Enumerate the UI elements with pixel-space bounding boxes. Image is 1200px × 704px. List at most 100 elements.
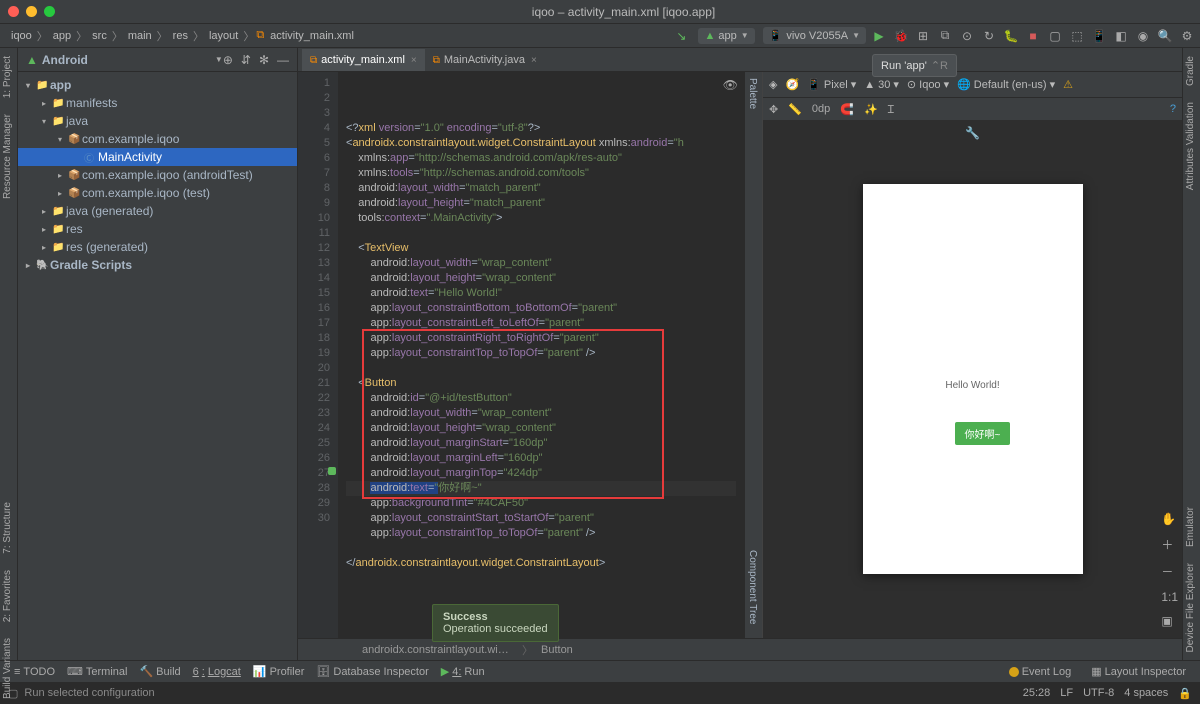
zoom-in-icon[interactable]: ＋ <box>1161 536 1178 553</box>
attach-debugger-button[interactable]: ⊙ <box>958 27 976 45</box>
inspection-eye-icon[interactable]: 👁 <box>723 78 738 93</box>
resource-button[interactable]: ◧ <box>1112 27 1130 45</box>
tree-node[interactable]: ▸📦com.example.iqoo (test) <box>18 184 297 202</box>
tree-node[interactable]: ⒸMainActivity <box>18 148 297 166</box>
run-button[interactable]: ▶ <box>870 27 888 45</box>
minimize-window[interactable] <box>26 6 37 17</box>
theme-picker[interactable]: ⊙ Iqoo ▾ <box>907 78 949 91</box>
preview-button[interactable]: 你好啊~ <box>955 422 1011 445</box>
trail-root[interactable]: androidx.constraintlayout.widget.Constra… <box>358 644 518 656</box>
build-tab[interactable]: 🔨 Build <box>133 665 186 678</box>
emulator-tab[interactable]: Emulator <box>1183 499 1200 555</box>
emulator-button[interactable]: 📱 <box>1090 27 1108 45</box>
wand-icon[interactable]: ✨ <box>864 103 878 116</box>
close-window[interactable] <box>8 6 19 17</box>
tree-node[interactable]: ▸📁java (generated) <box>18 202 297 220</box>
caret-position[interactable]: 25:28 <box>1023 687 1051 700</box>
tree-node[interactable]: ▾📁java <box>18 112 297 130</box>
tree-node[interactable]: ▾📦com.example.iqoo <box>18 130 297 148</box>
sync-icon[interactable]: ↘ <box>672 27 690 45</box>
tree-node[interactable]: ▸📦com.example.iqoo (androidTest) <box>18 166 297 184</box>
debug-button[interactable]: 🐞 <box>892 27 910 45</box>
layout-inspector[interactable]: ▦ Layout Inspector <box>1085 665 1192 678</box>
bc-src[interactable]: src <box>89 30 110 42</box>
api-picker[interactable]: ▲ 30 ▾ <box>864 78 899 91</box>
device-preview-canvas[interactable]: Hello World! 你好啊~ <box>863 184 1083 574</box>
settings-icon[interactable]: ⚙ <box>1178 27 1196 45</box>
device-explorer-tab[interactable]: Device File Explorer <box>1183 555 1200 660</box>
search-icon[interactable]: 🔍 <box>1156 27 1174 45</box>
bc-project[interactable]: iqoo <box>8 30 35 42</box>
ruler-icon[interactable]: 📏 <box>788 103 802 116</box>
project-tool-tab[interactable]: 1: Project <box>0 48 15 106</box>
orientation-icon[interactable]: 🧭 <box>785 78 799 91</box>
indent[interactable]: 4 spaces <box>1124 687 1168 700</box>
build-variants-tab[interactable]: Build Variants <box>0 630 15 704</box>
resource-manager-tab[interactable]: Resource Manager <box>0 106 15 207</box>
gear-icon[interactable]: ✻ <box>259 53 269 67</box>
fit-icon[interactable]: 1:1 <box>1161 590 1178 604</box>
tree-node[interactable]: ▸📁res <box>18 220 297 238</box>
expand-icon[interactable]: ⇵ <box>241 53 251 67</box>
preview-textview[interactable]: Hello World! <box>945 380 999 391</box>
project-view-selector[interactable]: Android <box>42 53 211 67</box>
hand-icon[interactable]: ✋ <box>1161 512 1178 526</box>
zoom-out-icon[interactable]: － <box>1161 563 1178 580</box>
surface-icon[interactable]: ◈ <box>769 78 777 91</box>
locate-icon[interactable]: ⊕ <box>223 53 233 67</box>
attributes-tab[interactable]: Attributes Validation <box>1183 94 1200 198</box>
avd-button[interactable]: ▢ <box>1046 27 1064 45</box>
tree-node[interactable]: ▸📁manifests <box>18 94 297 112</box>
favorites-tab[interactable]: 2: Favorites <box>0 562 15 630</box>
trail-button[interactable]: Button <box>537 644 577 656</box>
sdk-button[interactable]: ⬚ <box>1068 27 1086 45</box>
db-inspector-tab[interactable]: 🗄 Database Inspector <box>310 665 434 678</box>
run-tab[interactable]: ▶ 4: Run <box>435 665 491 678</box>
bc-res[interactable]: res <box>170 30 191 42</box>
bc-file[interactable]: activity_main.xml <box>267 30 357 42</box>
close-tab-icon[interactable]: × <box>531 55 537 66</box>
coverage-button[interactable]: ⊞ <box>914 27 932 45</box>
gradle-tab[interactable]: Gradle <box>1183 48 1200 94</box>
event-log[interactable]: Event Log <box>1003 666 1078 678</box>
run-config-selector[interactable]: ▲ app ▼ <box>698 28 754 44</box>
close-tab-icon[interactable]: × <box>411 55 417 66</box>
todo-tab[interactable]: ≡ TODO <box>8 666 61 678</box>
lock-icon[interactable]: 🔒 <box>1178 687 1192 700</box>
layers-icon[interactable]: ▣ <box>1161 614 1178 628</box>
profiler-tab[interactable]: 📊 Profiler <box>247 665 311 678</box>
device-picker[interactable]: 📱 Pixel ▾ <box>807 78 856 91</box>
code-body[interactable]: 👁 <?xml version="1.0" encoding="utf-8"?>… <box>338 72 744 638</box>
code-editor[interactable]: 1234567891011121314151617181920212223242… <box>298 72 744 638</box>
terminal-tab[interactable]: ⌨ Terminal <box>61 665 133 678</box>
tree-node[interactable]: ▸📁res (generated) <box>18 238 297 256</box>
profiler-button[interactable]: ⧉ <box>936 27 954 45</box>
magnet-icon[interactable]: 🧲 <box>840 103 854 116</box>
structure-tab[interactable]: 7: Structure <box>0 494 15 562</box>
warning-icon[interactable]: ⚠ <box>1063 78 1073 91</box>
locale-picker[interactable]: 🌐 Default (en-us) ▾ <box>957 78 1055 91</box>
bc-main[interactable]: main <box>125 30 155 42</box>
android-debug-icon[interactable]: 🐛 <box>1002 27 1020 45</box>
line-ending[interactable]: LF <box>1060 687 1073 700</box>
app-inspection-button[interactable]: ◉ <box>1134 27 1152 45</box>
pan-icon[interactable]: ✥ <box>769 103 778 116</box>
project-tree[interactable]: ▾📁app▸📁manifests▾📁java▾📦com.example.iqoo… <box>18 72 297 660</box>
component-tree-tab[interactable]: Component Tree <box>745 544 760 631</box>
stop-button[interactable]: ■ <box>1024 27 1042 45</box>
zoom-window[interactable] <box>44 6 55 17</box>
cursor-icon[interactable]: Ɪ <box>888 102 894 117</box>
palette-tab[interactable]: Palette <box>745 72 760 115</box>
logcat-tab[interactable]: 6: Logcat <box>187 666 247 678</box>
editor-tab[interactable]: ⧉MainActivity.java× <box>425 49 545 71</box>
tree-node[interactable]: ▸🐘Gradle Scripts <box>18 256 297 274</box>
help-icon[interactable]: ? <box>1170 103 1176 115</box>
tree-node[interactable]: ▾📁app <box>18 76 297 94</box>
editor-tab[interactable]: ⧉activity_main.xml× <box>302 49 425 71</box>
encoding[interactable]: UTF-8 <box>1083 687 1114 700</box>
hide-icon[interactable]: — <box>277 53 289 67</box>
bc-layout[interactable]: layout <box>206 30 241 42</box>
bc-app[interactable]: app <box>50 30 74 42</box>
apply-changes-button[interactable]: ↻ <box>980 27 998 45</box>
device-selector[interactable]: 📱 vivo V2055A ▼ <box>763 27 866 44</box>
